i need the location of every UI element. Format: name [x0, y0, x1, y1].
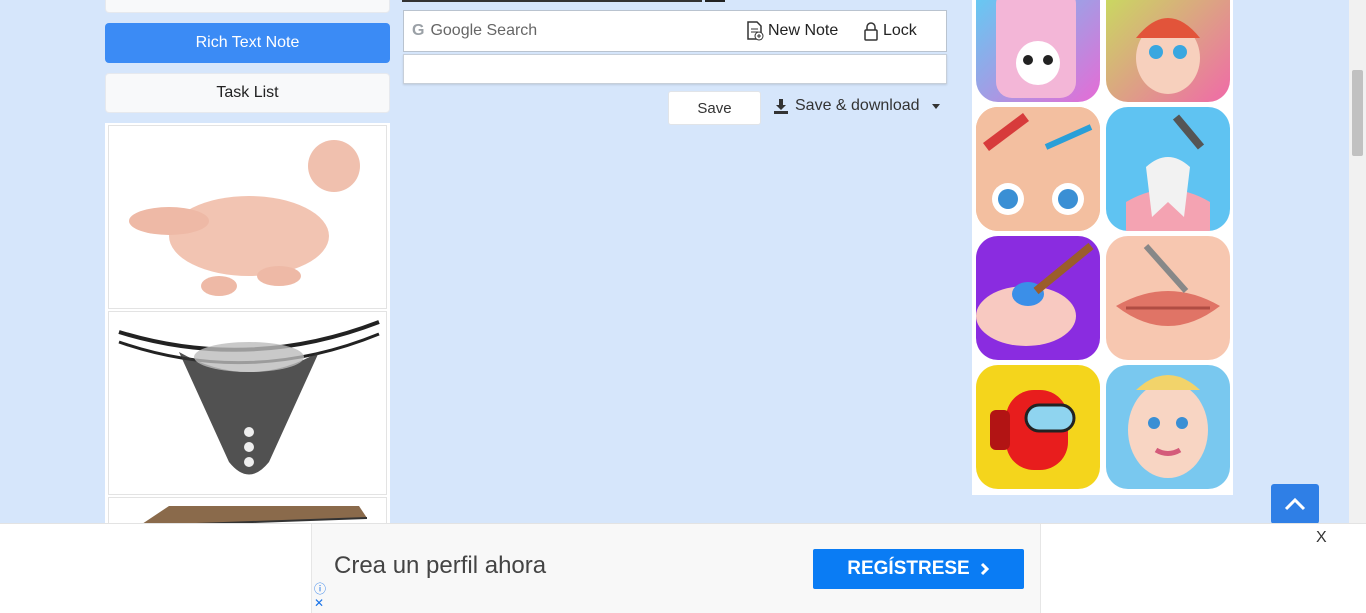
task-list-button[interactable]: Task List	[105, 73, 390, 113]
register-label: REGÍSTRESE	[847, 558, 970, 579]
left-product-ad[interactable]: ⓘ ✕	[105, 123, 390, 523]
note-toolbar: G Google Search New Note Lock	[403, 10, 947, 52]
ad-product-partial[interactable]	[108, 497, 387, 523]
save-button[interactable]: Save	[668, 91, 761, 125]
save-download-dropdown[interactable]: Save & download	[773, 91, 940, 121]
app-icon-makeup[interactable]	[1106, 365, 1230, 489]
ad-product-doll[interactable]	[108, 125, 387, 309]
bed-frame-image	[143, 506, 368, 523]
banner-ad-choices[interactable]: ⓘ ✕	[314, 582, 326, 610]
crewmate-icon	[990, 390, 1076, 470]
rich-text-note-button[interactable]: Rich Text Note	[105, 23, 390, 63]
chevron-right-icon	[980, 562, 989, 576]
app-icon-hair-salon[interactable]	[1106, 0, 1230, 102]
app-icon-nails[interactable]	[976, 236, 1100, 360]
banner-text: Crea un perfil ahora	[334, 552, 547, 579]
app-icon-eyebrow[interactable]	[976, 107, 1100, 231]
panda-case-icon	[996, 0, 1076, 98]
new-note-icon	[747, 21, 764, 41]
sidebar-top-item[interactable]	[105, 0, 390, 13]
right-apps-ad	[972, 0, 1233, 495]
new-note-label: New Note	[768, 22, 839, 39]
save-download-label: Save & download	[795, 97, 920, 114]
top-divider	[402, 0, 702, 2]
girl-face-icon	[1136, 18, 1200, 94]
tooth-icon	[1126, 114, 1210, 231]
app-icon-phone-case[interactable]	[976, 0, 1100, 102]
banner-content[interactable]: Crea un perfil ahora REGÍSTRESE ⓘ ✕	[311, 524, 1041, 613]
download-icon	[774, 99, 788, 114]
google-search[interactable]: G Google Search	[412, 11, 537, 51]
banner-close-button[interactable]: X	[1316, 529, 1327, 547]
info-icon[interactable]: ⓘ	[314, 582, 326, 596]
lingerie-image	[118, 320, 380, 475]
lock-button[interactable]: Lock	[863, 11, 917, 51]
close-icon[interactable]: ✕	[314, 596, 326, 610]
nail-polish-icon	[976, 242, 1094, 346]
app-icon-lips[interactable]	[1106, 236, 1230, 360]
doll-image	[129, 140, 360, 296]
chevron-down-icon	[931, 103, 940, 109]
app-icon-among-us[interactable]	[976, 365, 1100, 489]
grid-icon	[705, 0, 725, 2]
chevron-up-icon	[1284, 497, 1306, 511]
lock-icon	[864, 22, 878, 41]
makeup-face-icon	[1128, 375, 1208, 478]
scrollbar-thumb[interactable]	[1352, 70, 1363, 156]
note-editor[interactable]	[403, 54, 947, 84]
app-icon-dentist[interactable]	[1106, 107, 1230, 231]
ad-product-lingerie[interactable]	[108, 311, 387, 495]
google-icon: G	[412, 22, 425, 39]
new-note-button[interactable]: New Note	[746, 11, 838, 51]
eyebrow-face-icon	[976, 107, 1100, 231]
lips-icon	[1116, 244, 1220, 326]
bottom-banner-ad: Crea un perfil ahora REGÍSTRESE ⓘ ✕ X	[0, 523, 1366, 613]
lock-label: Lock	[883, 22, 917, 39]
back-to-top-button[interactable]	[1271, 484, 1319, 524]
search-placeholder[interactable]: Google Search	[430, 22, 537, 40]
register-button[interactable]: REGÍSTRESE	[813, 549, 1024, 589]
